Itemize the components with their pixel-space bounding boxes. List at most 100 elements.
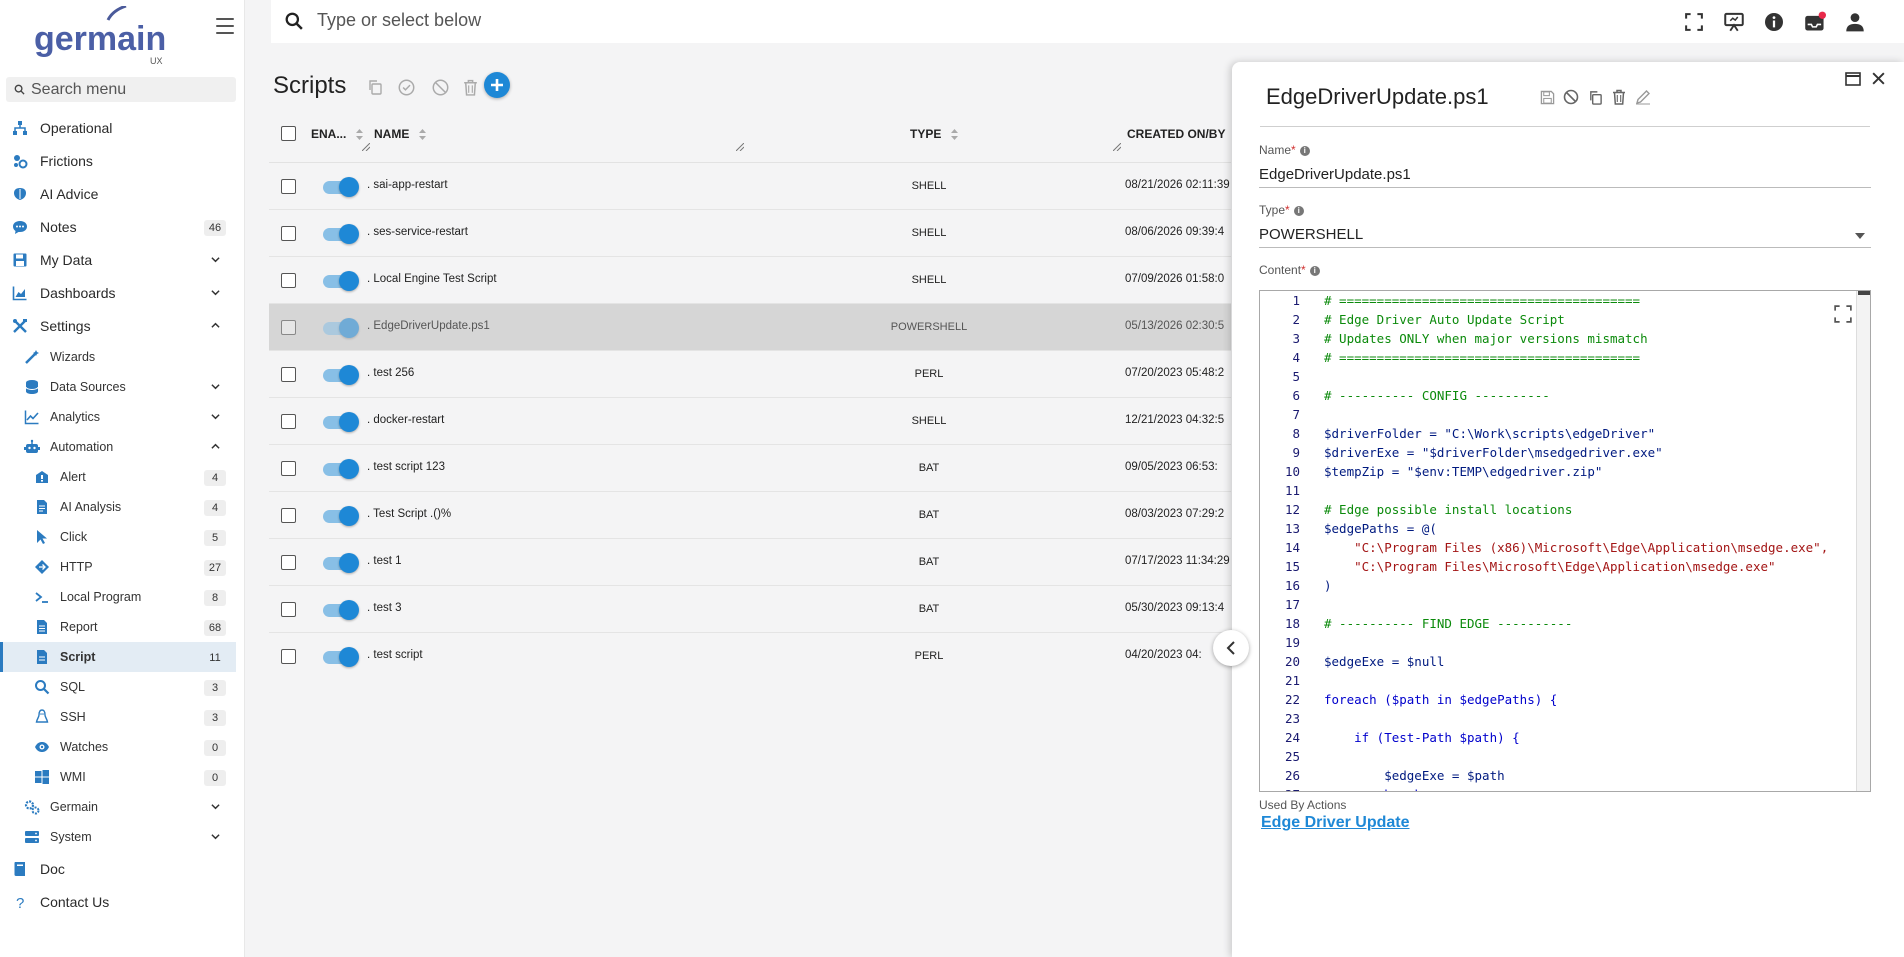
sidebar-item-script[interactable]: Script 11	[0, 642, 236, 672]
sidebar-item-local-program[interactable]: Local Program 8	[0, 582, 236, 612]
search-menu-input[interactable]	[31, 80, 231, 99]
sidebar-item-ai-advice[interactable]: AI Advice	[0, 179, 236, 209]
row-checkbox[interactable]	[281, 414, 296, 429]
edit-icon[interactable]	[1634, 88, 1652, 106]
table-row[interactable]: . Test Script .()% BAT 08/03/2023 07:29:…	[269, 492, 1231, 539]
column-resize-handle[interactable]	[736, 143, 744, 151]
type-select[interactable]: POWERSHELL	[1259, 222, 1871, 248]
table-row[interactable]: . ses-service-restart SHELL 08/06/2026 0…	[269, 210, 1231, 257]
sidebar-item-data-sources[interactable]: Data Sources	[0, 372, 236, 402]
table-row-selected[interactable]: . EdgeDriverUpdate.ps1 POWERSHELL 05/13/…	[269, 304, 1231, 351]
user-icon[interactable]	[1844, 11, 1866, 33]
copy-icon[interactable]	[1586, 88, 1604, 106]
sidebar-item-wmi[interactable]: WMI 0	[0, 762, 236, 792]
add-script-button[interactable]	[484, 72, 510, 98]
sidebar-item-http[interactable]: HTTP 27	[0, 552, 236, 582]
row-checkbox[interactable]	[281, 367, 296, 382]
column-enabled[interactable]: ENA...	[311, 127, 364, 141]
row-checkbox[interactable]	[281, 508, 296, 523]
enabled-toggle[interactable]	[321, 224, 359, 244]
info-icon[interactable]	[1763, 11, 1785, 33]
sidebar-item-report[interactable]: Report 68	[0, 612, 236, 642]
enabled-toggle[interactable]	[321, 177, 359, 197]
sidebar-item-contact-us[interactable]: ? Contact Us	[0, 887, 236, 917]
sidebar-item-alert[interactable]: Alert 4	[0, 462, 236, 492]
fullscreen-icon[interactable]	[1683, 11, 1705, 33]
row-name[interactable]: . ses-service-restart	[367, 226, 468, 238]
table-row[interactable]: . test script PERL 04/20/2023 04:	[269, 633, 1231, 680]
editor-scrollbar[interactable]	[1856, 291, 1870, 791]
table-row[interactable]: . test script 123 BAT 09/05/2023 06:53:	[269, 445, 1231, 492]
row-checkbox[interactable]	[281, 179, 296, 194]
sidebar-item-frictions[interactable]: Frictions	[0, 146, 236, 176]
row-checkbox[interactable]	[281, 320, 296, 335]
disable-icon[interactable]	[431, 78, 449, 96]
enabled-toggle[interactable]	[321, 412, 359, 432]
table-row[interactable]: . test 1 BAT 07/17/2023 11:34:29	[269, 539, 1231, 586]
global-search-input[interactable]	[317, 10, 817, 31]
sidebar-item-dashboards[interactable]: Dashboards	[0, 278, 236, 308]
column-created[interactable]: CREATED ON/BY	[1127, 127, 1225, 141]
row-name[interactable]: . test 1	[367, 555, 402, 567]
sidebar-item-settings[interactable]: Settings	[0, 311, 236, 341]
table-row[interactable]: . Local Engine Test Script SHELL 07/09/2…	[269, 257, 1231, 304]
row-checkbox[interactable]	[281, 226, 296, 241]
inbox-icon[interactable]	[1804, 11, 1826, 33]
sort-icon[interactable]	[950, 128, 959, 141]
presentation-icon[interactable]	[1723, 11, 1745, 33]
row-name[interactable]: . test 3	[367, 602, 402, 614]
table-row[interactable]: . test 256 PERL 07/20/2023 05:48:2	[269, 351, 1231, 398]
row-name[interactable]: . EdgeDriverUpdate.ps1	[367, 320, 490, 332]
sidebar-item-click[interactable]: Click 5	[0, 522, 236, 552]
sidebar-item-germain[interactable]: Germain	[0, 792, 236, 822]
enabled-toggle[interactable]	[321, 271, 359, 291]
select-all-checkbox[interactable]	[281, 126, 296, 141]
enabled-toggle[interactable]	[321, 459, 359, 479]
sidebar-item-operational[interactable]: Operational	[0, 113, 236, 143]
close-panel-icon[interactable]	[1871, 71, 1887, 87]
enabled-toggle[interactable]	[321, 318, 359, 338]
table-row[interactable]: . test 3 BAT 05/30/2023 09:13:4	[269, 586, 1231, 633]
row-name[interactable]: . Local Engine Test Script	[367, 273, 497, 285]
column-resize-handle[interactable]	[1113, 143, 1121, 151]
code-editor[interactable]: 1 # =====================================…	[1259, 290, 1871, 792]
sidebar-item-ssh[interactable]: SSH 3	[0, 702, 236, 732]
table-row[interactable]: . sai-app-restart SHELL 08/21/2026 02:11…	[269, 163, 1231, 210]
sidebar-item-analytics[interactable]: Analytics	[0, 402, 236, 432]
germain-logo[interactable]: germain UX	[34, 4, 174, 66]
row-checkbox[interactable]	[281, 555, 296, 570]
row-checkbox[interactable]	[281, 273, 296, 288]
column-type[interactable]: TYPE	[910, 127, 959, 141]
row-name[interactable]: . sai-app-restart	[367, 179, 448, 191]
enabled-toggle[interactable]	[321, 647, 359, 667]
sidebar-item-notes[interactable]: Notes 46	[0, 212, 236, 242]
row-name[interactable]: . test 256	[367, 367, 414, 379]
column-name[interactable]: NAME	[374, 127, 427, 141]
row-name[interactable]: . test script	[367, 649, 423, 661]
sidebar-item-watches[interactable]: Watches 0	[0, 732, 236, 762]
copy-icon[interactable]	[366, 78, 384, 96]
enabled-toggle[interactable]	[321, 553, 359, 573]
save-icon[interactable]	[1538, 88, 1556, 106]
sidebar-item-automation[interactable]: Automation	[0, 432, 236, 462]
sidebar-item-system[interactable]: System	[0, 822, 236, 852]
enabled-toggle[interactable]	[321, 506, 359, 526]
collapse-panel-button[interactable]	[1213, 630, 1249, 666]
sidebar-item-my-data[interactable]: My Data	[0, 245, 236, 275]
sort-icon[interactable]	[418, 128, 427, 141]
row-name[interactable]: . test script 123	[367, 461, 445, 473]
row-checkbox[interactable]	[281, 602, 296, 617]
disable-icon[interactable]	[1562, 88, 1580, 106]
sidebar-item-wizards[interactable]: Wizards	[0, 342, 236, 372]
enable-check-icon[interactable]	[397, 78, 415, 96]
menu-toggle-button[interactable]	[216, 18, 234, 34]
used-by-action-link[interactable]: Edge Driver Update	[1261, 814, 1409, 832]
expand-editor-icon[interactable]	[1834, 305, 1854, 325]
row-name[interactable]: . Test Script .()%	[367, 508, 451, 520]
column-resize-handle[interactable]	[362, 143, 370, 151]
sidebar-item-sql[interactable]: SQL 3	[0, 672, 236, 702]
sidebar-item-doc[interactable]: Doc	[0, 854, 236, 884]
row-checkbox[interactable]	[281, 649, 296, 664]
search-menu-box[interactable]	[6, 77, 236, 102]
maximize-panel-icon[interactable]	[1845, 72, 1861, 88]
